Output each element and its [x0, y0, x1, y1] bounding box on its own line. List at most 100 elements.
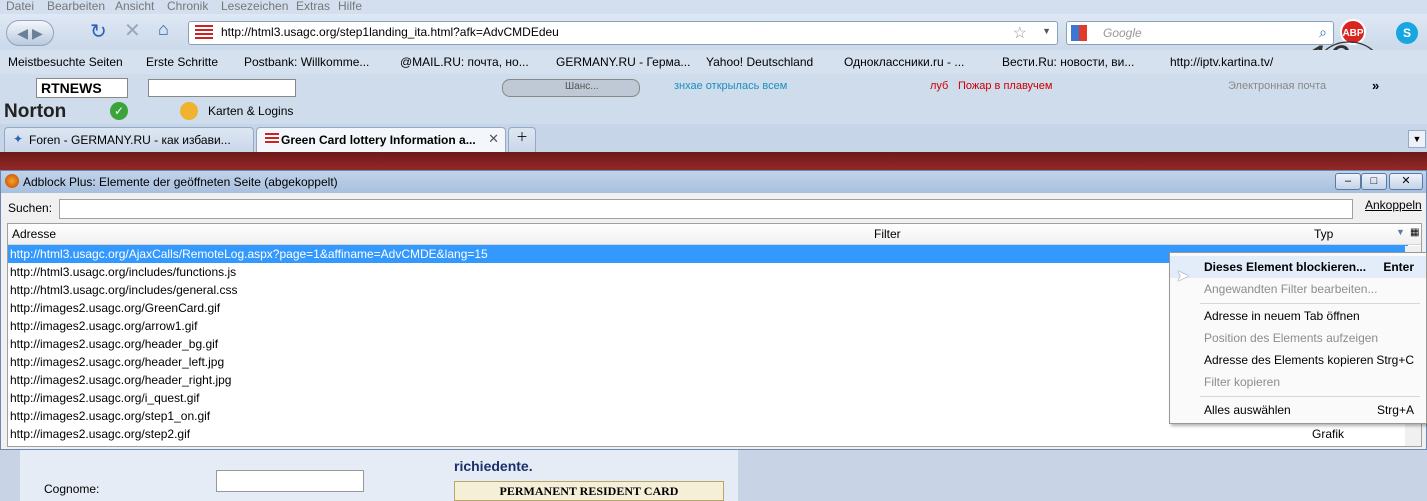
- bookmark-yahoo[interactable]: Yahoo! Deutschland: [706, 55, 813, 69]
- row-address: http://html3.usagc.org/includes/general.…: [10, 283, 238, 297]
- home-icon[interactable]: ⌂: [158, 19, 169, 40]
- search-input[interactable]: [59, 199, 1353, 219]
- bookmark-erste-schritte[interactable]: Erste Schritte: [146, 55, 218, 69]
- mouse-cursor-icon: ➤: [1176, 268, 1190, 285]
- column-type[interactable]: Typ: [1314, 227, 1333, 241]
- context-menu: Dieses Element blockieren... Enter Angewa…: [1169, 252, 1427, 424]
- row-address: http://images2.usagc.org/GreenCard.gif: [10, 301, 221, 315]
- column-filter[interactable]: Filter: [874, 227, 901, 241]
- search-placeholder: Google: [1103, 26, 1142, 40]
- bookmark-germany-ru[interactable]: GERMANY.RU - Герма...: [556, 55, 690, 69]
- rtnews-label: RTNEWS: [41, 80, 102, 96]
- column-address[interactable]: Adresse: [12, 227, 56, 241]
- close-window-button[interactable]: ✕: [1389, 173, 1423, 190]
- bookmark-mail-ru[interactable]: @MAIL.RU: почта, но...: [400, 55, 529, 69]
- menu-item-shortcut: Enter: [1383, 260, 1414, 274]
- menu-extras[interactable]: Extras: [296, 0, 330, 13]
- site-flag-icon: [195, 25, 213, 39]
- row-address: http://images2.usagc.org/step1_on.gif: [10, 409, 211, 423]
- green-card-image: PERMANENT RESIDENT CARD: [454, 481, 724, 501]
- column-picker-icon[interactable]: ▦: [1410, 227, 1419, 238]
- table-row[interactable]: http://images2.usagc.org/step2.gif Grafik: [8, 425, 1408, 443]
- menu-item-label: Alles auswählen: [1204, 403, 1291, 417]
- menu-chronik[interactable]: Chronik: [167, 0, 208, 13]
- menu-datei[interactable]: Datei: [6, 0, 34, 13]
- ankoppeln-link[interactable]: Ankoppeln: [1365, 198, 1422, 212]
- card-title: PERMANENT RESIDENT CARD: [499, 484, 679, 498]
- menu-ansicht[interactable]: Ansicht: [115, 0, 154, 13]
- norton-toolbar: Norton ✓ Karten & Logins: [0, 100, 1427, 124]
- search-label: Suchen:: [8, 201, 53, 215]
- menu-item-label: Dieses Element blockieren...: [1204, 260, 1367, 274]
- menu-item-label: Filter kopieren: [1204, 375, 1281, 389]
- tab-foren-label: Foren - GERMANY.RU - как избави...: [29, 133, 231, 147]
- addon-toolbar: RTNEWS Шанс... знхае открылась всем луб …: [0, 74, 1427, 100]
- minimize-button[interactable]: –: [1335, 173, 1361, 190]
- cognome-input[interactable]: [216, 470, 364, 492]
- menu-item-label: Position des Elements aufzeigen: [1204, 331, 1379, 345]
- tab-bar: ✦ Foren - GERMANY.RU - как избави... Gre…: [0, 124, 1427, 153]
- maximize-button[interactable]: □: [1361, 173, 1387, 190]
- row-address: http://images2.usagc.org/header_left.jpg: [10, 355, 225, 369]
- row-address: http://html3.usagc.org/includes/function…: [10, 265, 237, 279]
- menu-bearbeiten[interactable]: Bearbeiten: [47, 0, 105, 13]
- rtnews-dropdown[interactable]: [148, 79, 296, 97]
- more-chevron-icon[interactable]: »: [1372, 78, 1379, 93]
- menu-item-copy-address[interactable]: Adresse des Elements kopieren Strg+C: [1170, 349, 1426, 371]
- news-item-1[interactable]: луб: [930, 80, 948, 92]
- news-ticker[interactable]: знхае открылась всем: [674, 80, 787, 92]
- rtnews-button[interactable]: RTNEWS: [36, 78, 128, 98]
- cognome-label: Cognome:: [44, 482, 100, 496]
- row-address: http://html3.usagc.org/AjaxCalls/RemoteL…: [10, 247, 488, 261]
- new-tab-button[interactable]: ＋: [508, 127, 536, 152]
- lock-icon: [180, 102, 198, 120]
- menu-item-show-position[interactable]: Position des Elements aufzeigen: [1170, 327, 1426, 349]
- menu-item-select-all[interactable]: Alles auswählen Strg+A: [1170, 399, 1426, 421]
- bookmark-meistbesuchte[interactable]: Meistbesuchte Seiten: [8, 55, 123, 69]
- back-forward-button[interactable]: ◀ ▶: [6, 20, 54, 46]
- menu-item-label: Adresse in neuem Tab öffnen: [1204, 309, 1360, 323]
- firefox-icon: [5, 174, 19, 188]
- flag-favicon: [265, 133, 279, 144]
- tab-green-card[interactable]: Green Card lottery Information a... ✕: [256, 127, 506, 152]
- menu-hilfe[interactable]: Hilfe: [338, 0, 362, 13]
- adblock-search-row: Suchen: Ankoppeln: [1, 195, 1426, 219]
- radio-player[interactable]: Шанс...: [502, 79, 640, 97]
- bookmark-postbank[interactable]: Postbank: Willkomme...: [244, 55, 369, 69]
- bookmark-odnoklassniki[interactable]: Одноклассники.ru - ...: [844, 55, 964, 69]
- close-tab-icon[interactable]: ✕: [488, 131, 499, 147]
- norton-logo[interactable]: Norton: [4, 101, 66, 123]
- menu-item-open-new-tab[interactable]: Adresse in neuem Tab öffnen: [1170, 305, 1426, 327]
- url-text: http://html3.usagc.org/step1landing_ita.…: [221, 25, 559, 39]
- row-address: http://images2.usagc.org/header_bg.gif: [10, 337, 219, 351]
- tab-foren[interactable]: ✦ Foren - GERMANY.RU - как избави...: [4, 127, 254, 152]
- mail-button[interactable]: Электронная почта: [1228, 80, 1326, 92]
- stop-icon[interactable]: ✕: [124, 18, 141, 43]
- menu-item-block-element[interactable]: Dieses Element blockieren... Enter: [1170, 256, 1426, 278]
- bookmarks-bar: Meistbesuchte Seiten Erste Schritte Post…: [0, 50, 1427, 74]
- table-header: Adresse Filter Typ ▼ ▦: [8, 224, 1421, 245]
- url-dropdown-icon[interactable]: ▼: [1042, 26, 1051, 36]
- news-item-2[interactable]: Пожар в плавучем: [958, 80, 1052, 92]
- menu-item-label: Angewandten Filter bearbeiten...: [1204, 282, 1378, 296]
- tab-list-icon[interactable]: ▼: [1408, 130, 1426, 148]
- germany-ru-favicon: ✦: [13, 132, 24, 146]
- reload-icon[interactable]: ↻: [90, 19, 107, 44]
- menu-item-edit-filter[interactable]: Angewandten Filter bearbeiten...: [1170, 278, 1426, 300]
- form-panel: Cognome: richiedente. PERMANENT RESIDENT…: [20, 450, 738, 501]
- menu-item-copy-filter[interactable]: Filter kopieren: [1170, 371, 1426, 393]
- menu-separator: [1200, 303, 1420, 304]
- bookmark-vesti[interactable]: Вести.Ru: новости, ви...: [1002, 55, 1134, 69]
- menu-lesezeichen[interactable]: Lesezeichen: [221, 0, 288, 13]
- row-address: http://images2.usagc.org/step2.gif: [10, 427, 191, 441]
- row-type: Grafik: [1312, 427, 1345, 441]
- bookmark-star-icon[interactable]: ☆: [1013, 23, 1027, 43]
- menu-separator: [1200, 396, 1420, 397]
- tab-green-card-label: Green Card lottery Information a...: [281, 133, 476, 147]
- sort-arrow-icon: ▼: [1396, 227, 1405, 237]
- url-bar[interactable]: http://html3.usagc.org/step1landing_ita.…: [188, 21, 1058, 45]
- norton-safe-icon[interactable]: ✓: [110, 102, 128, 120]
- menu-bar: Datei Bearbeiten Ansicht Chronik Lesezei…: [0, 0, 1427, 14]
- bookmark-iptv[interactable]: http://iptv.kartina.tv/: [1170, 55, 1273, 69]
- karten-logins-button[interactable]: Karten & Logins: [208, 104, 293, 118]
